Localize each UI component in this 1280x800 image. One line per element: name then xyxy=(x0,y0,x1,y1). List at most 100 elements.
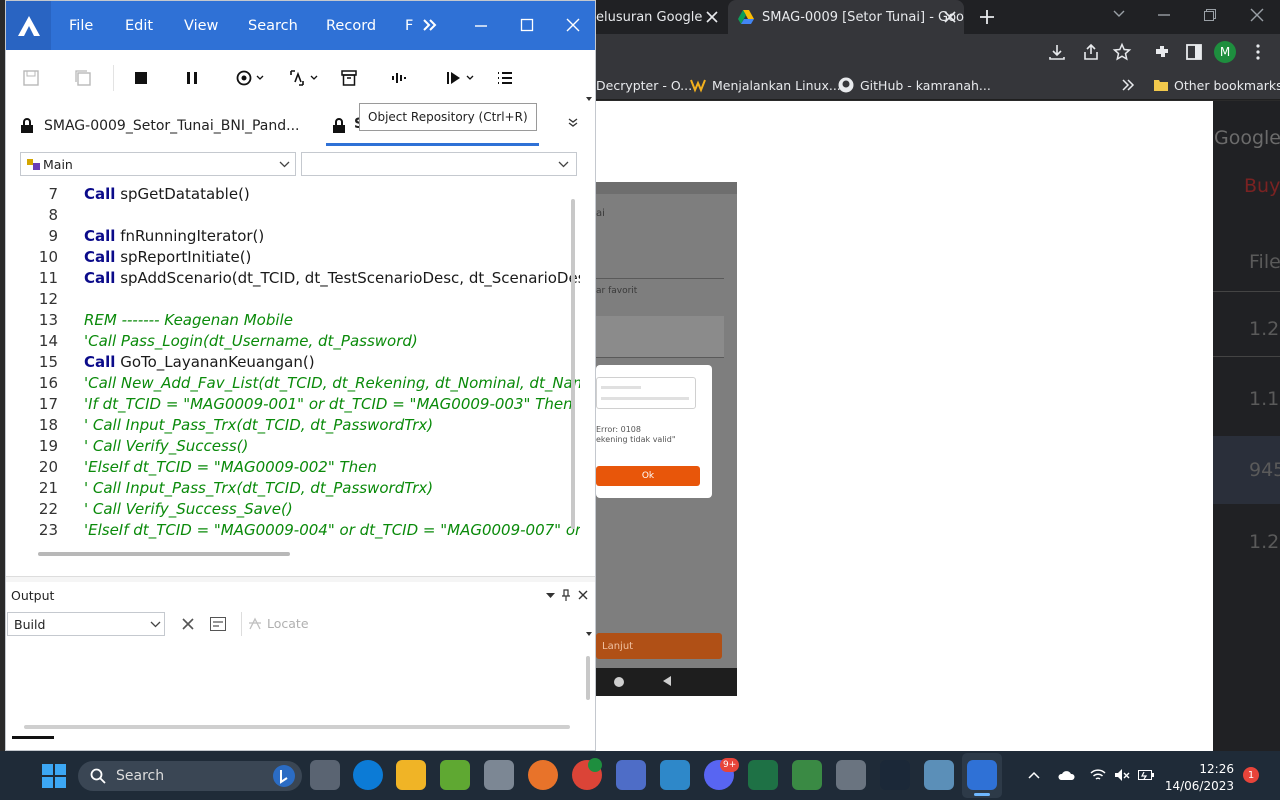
code-editor[interactable]: 7 Call spGetDatatable() 8 9 Call fnRunningIt… xyxy=(20,181,580,551)
output-hscrollbar[interactable] xyxy=(24,725,570,729)
clock-date[interactable]: 14/06/2023 xyxy=(1164,779,1234,793)
pause-button[interactable] xyxy=(181,50,203,106)
file-explorer-icon[interactable] xyxy=(396,760,426,790)
firefox-icon[interactable] xyxy=(528,760,558,790)
battery-icon[interactable] xyxy=(1138,768,1154,782)
vertical-scrollbar[interactable] xyxy=(568,181,578,543)
side-panel-icon[interactable] xyxy=(1185,43,1203,61)
bookmark-item[interactable]: Menjalankan Linux... xyxy=(690,70,841,100)
taskbar-search[interactable]: Search xyxy=(78,761,302,791)
uft-taskbar-icon[interactable] xyxy=(967,760,997,790)
edge-icon[interactable] xyxy=(353,760,383,790)
object-repository-button[interactable] xyxy=(338,50,360,106)
save-button[interactable] xyxy=(20,50,42,106)
settings-icon[interactable] xyxy=(836,760,866,790)
minimize-icon[interactable] xyxy=(475,25,487,27)
monitor-app-icon[interactable] xyxy=(924,760,954,790)
function-select[interactable]: Main xyxy=(20,152,296,176)
scrollbar-thumb[interactable] xyxy=(38,552,290,556)
code-line[interactable]: 19 ' Call Verify_Success() xyxy=(20,436,565,457)
code-line[interactable]: 11 Call spAddScenario(dt_TCID, dt_TestSce… xyxy=(20,268,580,289)
menu-view[interactable]: View xyxy=(184,1,218,50)
close-icon[interactable] xyxy=(706,11,718,23)
notepad-icon[interactable] xyxy=(792,760,822,790)
maximize-icon[interactable] xyxy=(520,18,534,32)
code-line[interactable]: 18 ' Call Input_Pass_Trx(dt_TCID, dt_Pass… xyxy=(20,415,565,436)
menu-edit[interactable]: Edit xyxy=(125,1,153,50)
menu-record[interactable]: Record xyxy=(326,1,376,50)
chevron-double-right-icon[interactable] xyxy=(1122,79,1135,91)
menu-file[interactable]: File xyxy=(69,1,93,50)
code-line[interactable]: 9 Call fnRunningIterator() xyxy=(20,226,565,247)
doc-tab-smag[interactable]: SMAG-0009_Setor_Tunai_BNI_Pand... xyxy=(20,106,300,146)
horizontal-scrollbar[interactable] xyxy=(38,551,558,557)
kebab-menu-icon[interactable] xyxy=(1255,44,1261,60)
close-icon[interactable] xyxy=(566,18,580,32)
new-tab-icon[interactable] xyxy=(979,9,995,25)
locate-button[interactable]: Locate xyxy=(248,616,309,631)
output-source-select[interactable]: Build xyxy=(7,612,165,636)
word-wrap-icon[interactable] xyxy=(210,617,226,631)
wifi-icon[interactable] xyxy=(1090,768,1106,782)
extensions-icon[interactable] xyxy=(1153,43,1171,61)
next-button[interactable]: Lanjut xyxy=(596,633,722,659)
network-tool-icon[interactable] xyxy=(616,760,646,790)
browser-tab-smag[interactable]: SMAG-0009 [Setor Tunai] - Goog xyxy=(728,0,964,34)
panel-menu-icon[interactable] xyxy=(546,593,555,598)
code-line[interactable]: 21 ' Call Input_Pass_Trx(dt_TCID, dt_Pass… xyxy=(20,478,565,499)
home-icon[interactable] xyxy=(613,676,625,688)
output-text-area[interactable] xyxy=(6,639,595,731)
close-window-icon[interactable] xyxy=(1250,8,1264,22)
minimize-icon[interactable] xyxy=(1158,14,1170,16)
clear-icon[interactable] xyxy=(182,618,194,630)
chevron-down-icon[interactable] xyxy=(1113,10,1125,18)
code-line[interactable]: 13 REM ------- Keagenan Mobile xyxy=(20,310,565,331)
code-line[interactable]: 12 xyxy=(20,289,565,310)
onedrive-icon[interactable] xyxy=(1057,769,1075,781)
close-icon[interactable] xyxy=(944,11,956,23)
list-button[interactable] xyxy=(494,50,516,106)
share-icon[interactable] xyxy=(1082,43,1100,61)
output-overflow-icon[interactable] xyxy=(586,632,592,636)
chevron-up-icon[interactable] xyxy=(1028,771,1040,779)
splitter[interactable] xyxy=(6,576,595,582)
member-select[interactable] xyxy=(301,152,577,176)
bookmark-item[interactable]: GitHub - kamranah... xyxy=(838,70,991,100)
photos-icon[interactable] xyxy=(484,760,514,790)
back-icon[interactable] xyxy=(662,676,672,686)
run-button[interactable] xyxy=(442,50,478,106)
code-line[interactable]: 14 'Call Pass_Login(dt_Username, dt_Passw… xyxy=(20,331,565,352)
restore-icon[interactable] xyxy=(1204,9,1216,21)
bookmark-item[interactable]: Decrypter - O... xyxy=(596,70,692,100)
greenshot-icon[interactable] xyxy=(440,760,470,790)
star-icon[interactable] xyxy=(1112,42,1132,61)
more-menus-icon[interactable] xyxy=(423,19,437,31)
code-line[interactable]: 17 'If dt_TCID = "MAG0009-001" or dt_TCID… xyxy=(20,394,573,415)
stop-button[interactable] xyxy=(130,50,152,106)
excel-icon[interactable] xyxy=(748,760,778,790)
record-mode-button[interactable] xyxy=(232,50,268,106)
scrollbar-thumb[interactable] xyxy=(571,199,575,529)
output-scrollbar-thumb[interactable] xyxy=(586,656,590,700)
code-line[interactable]: 8 xyxy=(20,205,565,226)
other-bookmarks[interactable]: Other bookmarks xyxy=(1154,70,1280,100)
code-line[interactable]: 7 Call spGetDatatable() xyxy=(20,184,565,205)
download-icon[interactable] xyxy=(1048,43,1066,61)
close-panel-icon[interactable] xyxy=(578,590,588,600)
menu-search[interactable]: Search xyxy=(248,1,298,50)
cloud-sync-icon[interactable] xyxy=(660,760,690,790)
toolbar-overflow-icon[interactable] xyxy=(586,97,592,101)
steam-icon[interactable] xyxy=(880,760,910,790)
code-line[interactable]: 16 'Call New_Add_Fav_List(dt_TCID, dt_Rek… xyxy=(20,373,580,394)
ok-button[interactable]: Ok xyxy=(596,466,700,486)
spy-button[interactable] xyxy=(286,50,322,106)
data-button[interactable] xyxy=(389,50,411,106)
volume-muted-icon[interactable] xyxy=(1114,768,1130,782)
tabs-overflow-icon[interactable] xyxy=(568,118,578,128)
avatar[interactable]: M xyxy=(1214,41,1236,63)
browser-tab-google[interactable]: elusuran Google xyxy=(596,0,724,34)
code-line[interactable]: 15 Call GoTo_LayananKeuangan() xyxy=(20,352,565,373)
pin-icon[interactable] xyxy=(562,589,570,601)
clock-time[interactable]: 12:26 xyxy=(1192,762,1234,776)
task-view-icon[interactable] xyxy=(310,760,340,790)
